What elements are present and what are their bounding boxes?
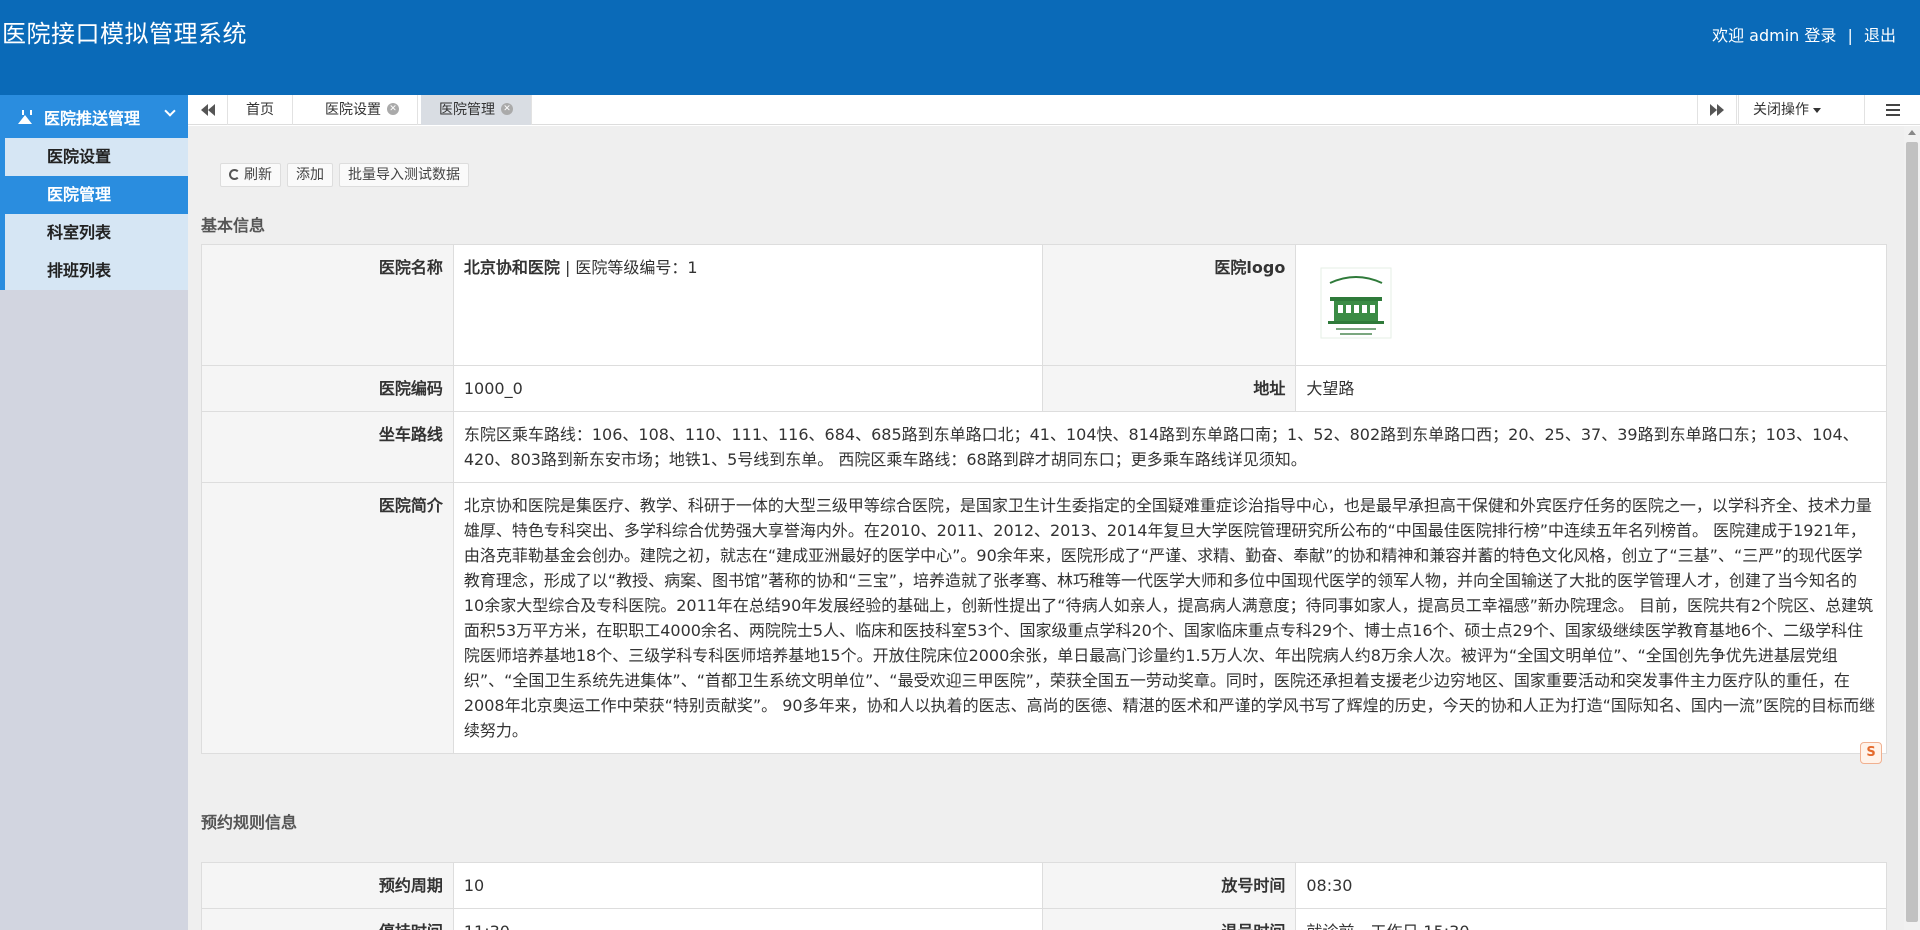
address-value: 大望路	[1295, 365, 1887, 412]
scroll-up-icon[interactable]	[1908, 130, 1916, 135]
sidebar-group-hospital-push[interactable]: 医院推送管理	[0, 95, 188, 138]
hospital-name-label: 医院名称	[201, 244, 454, 366]
double-right-icon	[1710, 104, 1724, 116]
sidebar-item-schedule-list[interactable]: 排班列表	[0, 252, 188, 290]
toolbar: 刷新 添加 批量导入测试数据	[220, 163, 469, 187]
tab-hospital-management-label: 医院管理	[439, 102, 495, 118]
table-row: 预约周期 10 放号时间 08:30	[201, 862, 1887, 909]
release-time-value: 08:30	[1295, 862, 1887, 909]
table-row: 停挂时间 11:30 退号时间 就诊前一工作日 15:30	[201, 908, 1887, 930]
sidebar-item-hospital-settings[interactable]: 医院设置	[0, 138, 188, 176]
add-button[interactable]: 添加	[287, 163, 333, 187]
content-scrollbar[interactable]	[1904, 126, 1920, 930]
hospital-level-text: | 医院等级编号：1	[559, 258, 698, 277]
tab-bar: 首页 医院设置 ✕ 医院管理 ✕ 关闭操作	[188, 95, 1920, 125]
sidebar: 医院推送管理 医院设置 医院管理 科室列表 排班列表	[0, 95, 188, 930]
chevron-down-icon	[164, 105, 176, 117]
main-content: 刷新 添加 批量导入测试数据 基本信息 医院名称 北京协和医院 | 医院等级编号…	[188, 126, 1904, 930]
sidebar-item-department-list[interactable]: 科室列表	[0, 214, 188, 252]
welcome-text: 欢迎 admin 登录	[1712, 26, 1837, 45]
close-operations-dropdown[interactable]: 关闭操作	[1738, 95, 1835, 125]
scrollbar-thumb[interactable]	[1906, 142, 1918, 922]
booking-rules-table: 预约周期 10 放号时间 08:30 停挂时间 11:30 退号时间 就诊前一工…	[201, 862, 1887, 930]
booking-cycle-label: 预约周期	[201, 862, 454, 909]
close-tab-icon[interactable]: ✕	[501, 103, 513, 115]
scroll-tabs-right-button[interactable]	[1697, 95, 1737, 125]
address-label: 地址	[1042, 365, 1297, 412]
menu-icon[interactable]	[1864, 95, 1920, 125]
route-label: 坐车路线	[201, 411, 454, 483]
caret-down-icon	[1813, 107, 1821, 113]
flask-icon	[18, 109, 32, 124]
refresh-label: 刷新	[244, 167, 272, 183]
refresh-button[interactable]: 刷新	[220, 163, 281, 187]
hospital-code-label: 医院编码	[201, 365, 454, 412]
tab-home-label: 首页	[246, 102, 274, 118]
hospital-logo-cell	[1295, 244, 1887, 366]
tab-home[interactable]: 首页	[228, 95, 293, 125]
intro-value: 北京协和医院是集医疗、教学、科研于一体的大型三级甲等综合医院，是国家卫生计生委指…	[452, 482, 1888, 754]
booking-cycle-value: 10	[452, 862, 1044, 909]
user-bar-separator: |	[1847, 26, 1853, 45]
floating-tool-button[interactable]: S	[1860, 742, 1882, 764]
app-header: 医院接口模拟管理系统 欢迎 admin 登录 | 退出	[0, 0, 1920, 95]
table-row: 医院名称 北京协和医院 | 医院等级编号：1 医院logo	[201, 244, 1887, 366]
stop-time-label: 停挂时间	[201, 908, 454, 930]
double-left-icon	[200, 104, 215, 116]
logout-link[interactable]: 退出	[1864, 26, 1896, 45]
user-bar: 欢迎 admin 登录 | 退出	[1712, 22, 1896, 46]
scroll-tabs-left-button[interactable]	[188, 95, 228, 125]
refund-time-value: 就诊前一工作日 15:30	[1295, 908, 1887, 930]
booking-rules-title: 预约规则信息	[201, 813, 298, 832]
sidebar-group-label: 医院推送管理	[44, 108, 141, 128]
route-value: 东院区乘车路线：106、108、110、111、116、684、685路到东单路…	[452, 411, 1888, 483]
close-tab-icon[interactable]: ✕	[387, 103, 399, 115]
intro-label: 医院简介	[201, 482, 454, 754]
basic-info-title: 基本信息	[201, 216, 266, 235]
refresh-icon	[229, 169, 240, 180]
tab-hospital-settings-label: 医院设置	[325, 102, 381, 118]
hospital-logo	[1316, 263, 1397, 343]
refund-time-label: 退号时间	[1042, 908, 1297, 930]
tab-hospital-settings[interactable]: 医院设置 ✕	[307, 95, 418, 125]
table-row: 医院简介 北京协和医院是集医疗、教学、科研于一体的大型三级甲等综合医院，是国家卫…	[201, 482, 1888, 754]
hospital-name-value: 北京协和医院	[463, 258, 560, 277]
tab-hospital-management[interactable]: 医院管理 ✕	[421, 95, 532, 125]
hospital-logo-label: 医院logo	[1042, 244, 1297, 366]
stop-time-value: 11:30	[452, 908, 1044, 930]
sidebar-items: 医院设置 医院管理 科室列表 排班列表	[0, 138, 188, 290]
basic-info-table: 医院名称 北京协和医院 | 医院等级编号：1 医院logo 医院编码 1000_…	[201, 244, 1888, 754]
hospital-code-value: 1000_0	[452, 365, 1044, 412]
import-test-data-button[interactable]: 批量导入测试数据	[339, 163, 469, 187]
release-time-label: 放号时间	[1042, 862, 1297, 909]
sidebar-item-hospital-management[interactable]: 医院管理	[0, 176, 188, 214]
app-title: 医院接口模拟管理系统	[2, 20, 247, 48]
close-operations-label: 关闭操作	[1753, 102, 1809, 118]
table-row: 医院编码 1000_0 地址 大望路	[201, 365, 1887, 412]
table-row: 坐车路线 东院区乘车路线：106、108、110、111、116、684、685…	[201, 411, 1888, 483]
hospital-name-cell: 北京协和医院 | 医院等级编号：1	[452, 244, 1044, 366]
